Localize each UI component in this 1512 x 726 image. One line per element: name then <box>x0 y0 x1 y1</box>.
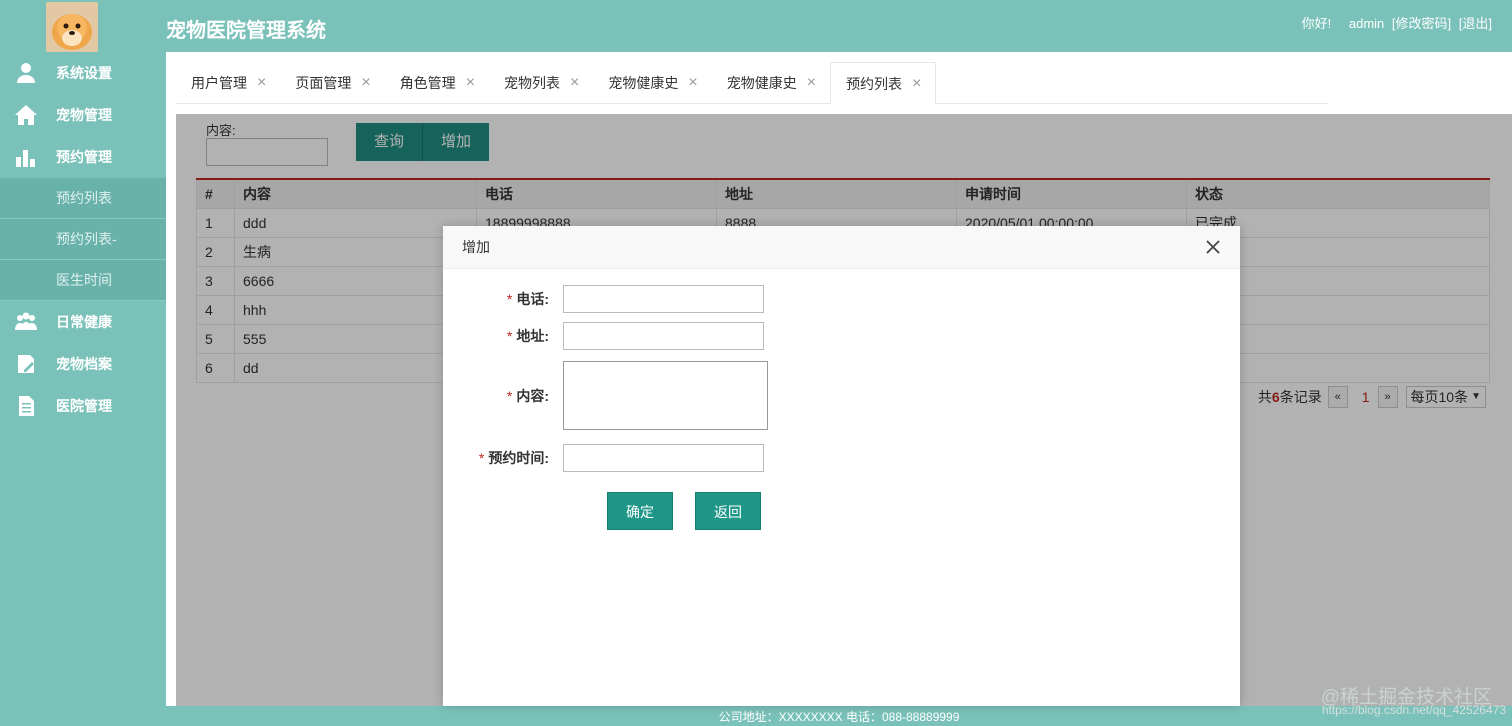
dialog-title: 增加 <box>443 226 1240 269</box>
top-header: 宠物医院管理系统 你好! admin [修改密码] [退出] <box>166 0 1512 52</box>
tab-appointment-list[interactable]: 预约列表 × <box>830 62 937 105</box>
sidebar-item-label: 预约管理 <box>56 149 112 165</box>
sidebar-item-daily-health[interactable]: 日常健康 <box>0 301 166 343</box>
sidebar-item-label: 日常健康 <box>56 314 112 330</box>
content-textarea[interactable] <box>563 361 768 430</box>
sidebar: 系统设置 宠物管理 预约管理 预约列表 预约列表- 医生时间 日常健康 宠物档案… <box>0 0 166 726</box>
phone-row: * 电话: <box>443 285 764 313</box>
tab-label: 页面管理 <box>295 75 352 91</box>
sidebar-item-pet-records[interactable]: 宠物档案 <box>0 343 166 385</box>
side-menu: 系统设置 宠物管理 预约管理 预约列表 预约列表- 医生时间 日常健康 宠物档案… <box>0 52 166 427</box>
close-icon[interactable]: × <box>361 63 370 103</box>
greeting: 你好! <box>1301 16 1332 31</box>
tab-label: 角色管理 <box>399 75 456 91</box>
dog-avatar-image <box>46 2 98 52</box>
tab-page-management[interactable]: 页面管理 × <box>280 62 384 104</box>
time-label: * 预约时间: <box>478 450 549 466</box>
sidebar-item-label: 宠物档案 <box>56 356 112 372</box>
home-icon <box>0 103 56 127</box>
content-label: * 内容: <box>506 387 549 404</box>
close-icon[interactable]: × <box>466 63 475 103</box>
address-field[interactable] <box>563 322 764 350</box>
add-dialog: 增加 * 电话: * 地址: * 内容: * 预约时间: 确定 返回 <box>443 226 1240 706</box>
tab-pet-health-history[interactable]: 宠物健康史 × <box>593 62 711 104</box>
sidebar-subitem-appointment-list-2[interactable]: 预约列表- <box>0 219 166 260</box>
appointment-time-field[interactable] <box>563 444 764 472</box>
tab-label: 用户管理 <box>191 75 247 91</box>
address-label: * 地址: <box>506 328 549 344</box>
sidebar-item-label: 系统设置 <box>56 65 112 81</box>
document-icon <box>0 394 56 418</box>
watermark-url: https://blog.csdn.net/qq_42526473 <box>1321 703 1506 717</box>
edit-doc-icon <box>0 352 56 376</box>
sidebar-item-system-settings[interactable]: 系统设置 <box>0 52 166 94</box>
tab-label: 预约列表 <box>846 75 903 92</box>
phone-label: * 电话: <box>506 291 549 307</box>
avatar <box>46 2 98 52</box>
tab-pet-health-history-2[interactable]: 宠物健康史 × <box>712 62 830 104</box>
close-icon[interactable]: × <box>688 63 697 103</box>
sidebar-item-appointment-management[interactable]: 预约管理 <box>0 136 166 178</box>
tab-bar: 用户管理 × 页面管理 × 角色管理 × 宠物列表 × 宠物健康史 × 宠物健康史 × 预约… <box>176 62 1328 105</box>
sidebar-item-label: 医院管理 <box>56 398 112 414</box>
user-settings-icon <box>0 61 56 85</box>
sidebar-item-pet-management[interactable]: 宠物管理 <box>0 94 166 136</box>
group-icon <box>0 310 56 334</box>
sidebar-item-hospital-management[interactable]: 医院管理 <box>0 385 166 427</box>
close-icon[interactable]: × <box>912 64 921 104</box>
time-row: * 预约时间: <box>443 444 764 472</box>
tab-label: 宠物列表 <box>504 75 561 91</box>
back-button[interactable]: 返回 <box>695 492 761 530</box>
close-icon[interactable] <box>1202 236 1224 258</box>
tab-label: 宠物健康史 <box>608 75 679 91</box>
close-icon[interactable]: × <box>807 63 816 103</box>
sidebar-item-label: 宠物管理 <box>56 107 112 123</box>
tab-role-management[interactable]: 角色管理 × <box>385 62 489 104</box>
confirm-button[interactable]: 确定 <box>607 492 673 530</box>
tab-label: 宠物健康史 <box>726 75 797 91</box>
close-icon[interactable]: × <box>570 63 579 103</box>
tab-user-management[interactable]: 用户管理 × <box>176 62 280 104</box>
user-area: 你好! admin [修改密码] [退出] <box>1298 13 1492 32</box>
tab-pet-list[interactable]: 宠物列表 × <box>489 62 593 104</box>
sidebar-subitem-appointment-list[interactable]: 预约列表 <box>0 178 166 219</box>
sidebar-subitem-doctor-time[interactable]: 医生时间 <box>0 260 166 301</box>
change-password-link[interactable]: [修改密码] <box>1392 16 1451 31</box>
logout-link[interactable]: [退出] <box>1459 16 1492 31</box>
app-title: 宠物医院管理系统 <box>166 20 326 42</box>
close-icon[interactable]: × <box>257 63 266 103</box>
content-row: * 内容: <box>443 361 768 430</box>
address-row: * 地址: <box>443 322 764 350</box>
bar-chart-icon <box>0 145 56 169</box>
username: admin <box>1348 16 1385 31</box>
footer: 公司地址：XXXXXXXX 电话：088-88889999 <box>166 706 1512 726</box>
phone-field[interactable] <box>563 285 764 313</box>
